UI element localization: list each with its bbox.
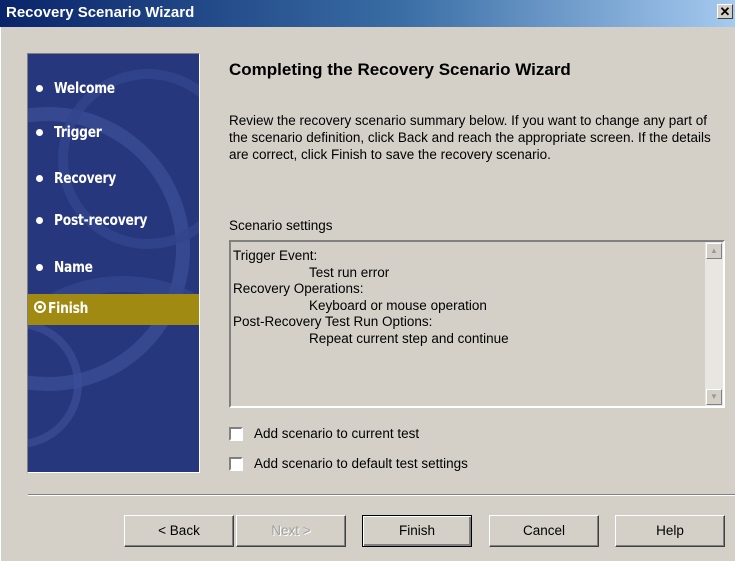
scroll-up-button[interactable]: ▲ (706, 243, 722, 259)
sidebar-item-name: Name (28, 253, 199, 283)
add-to-default-settings-checkbox[interactable] (229, 457, 243, 471)
bullet-icon (36, 264, 43, 271)
summary-text: Trigger Event: Test run error Recovery O… (233, 248, 695, 347)
current-step-icon (34, 301, 46, 313)
summary-scrollbar[interactable]: ▲ ▼ (705, 242, 723, 406)
sidebar-item-label: Trigger (54, 123, 102, 141)
back-button[interactable]: < Back (124, 515, 234, 547)
wizard-sidebar: Welcome Trigger Recovery Post-recovery N… (27, 53, 200, 473)
sidebar-item-recovery: Recovery (28, 164, 199, 194)
scenario-settings-label: Scenario settings (229, 218, 333, 233)
sidebar-item-label: Welcome (54, 79, 115, 97)
footer-separator (28, 494, 735, 496)
checkbox-label[interactable]: Add scenario to current test (254, 426, 419, 441)
sidebar-item-label: Recovery (54, 169, 117, 187)
post-recovery-label: Post-Recovery Test Run Options: (233, 314, 433, 329)
scroll-down-button[interactable]: ▼ (706, 389, 722, 405)
finish-button[interactable]: Finish (362, 515, 472, 547)
window-title: Recovery Scenario Wizard (6, 4, 195, 21)
page-description: Review the recovery scenario summary bel… (229, 113, 711, 162)
trigger-event-value: Test run error (309, 264, 390, 280)
sidebar-item-label: Post-recovery (54, 211, 148, 229)
arrow-down-icon: ▼ (710, 392, 718, 401)
recovery-operations-value: Keyboard or mouse operation (309, 297, 487, 313)
bullet-icon (36, 217, 43, 224)
sidebar-item-label: Finish (48, 299, 89, 317)
arrow-up-icon: ▲ (710, 246, 718, 255)
sidebar-item-trigger: Trigger (28, 118, 199, 148)
cancel-button[interactable]: Cancel (489, 515, 599, 547)
help-button[interactable]: Help (615, 515, 725, 547)
next-button[interactable]: Next > (236, 515, 346, 547)
scenario-summary-box[interactable]: Trigger Event: Test run error Recovery O… (229, 240, 725, 408)
bullet-icon (36, 129, 43, 136)
title-bar: Recovery Scenario Wizard ✕ (0, 0, 735, 27)
trigger-event-label: Trigger Event: (233, 248, 318, 263)
bullet-icon (36, 175, 43, 182)
sidebar-item-post-recovery: Post-recovery (28, 206, 199, 236)
sidebar-item-finish: Finish (28, 294, 199, 325)
sidebar-item-label: Name (54, 258, 93, 276)
post-recovery-value: Repeat current step and continue (309, 330, 509, 346)
sidebar-item-welcome: Welcome (28, 74, 199, 104)
bullet-icon (36, 85, 43, 92)
close-icon: ✕ (719, 4, 731, 19)
checkbox-label[interactable]: Add scenario to default test settings (254, 456, 468, 471)
recovery-operations-label: Recovery Operations: (233, 281, 364, 296)
close-button[interactable]: ✕ (717, 4, 733, 19)
add-to-current-test-checkbox[interactable] (229, 427, 243, 441)
page-title: Completing the Recovery Scenario Wizard (229, 60, 571, 79)
